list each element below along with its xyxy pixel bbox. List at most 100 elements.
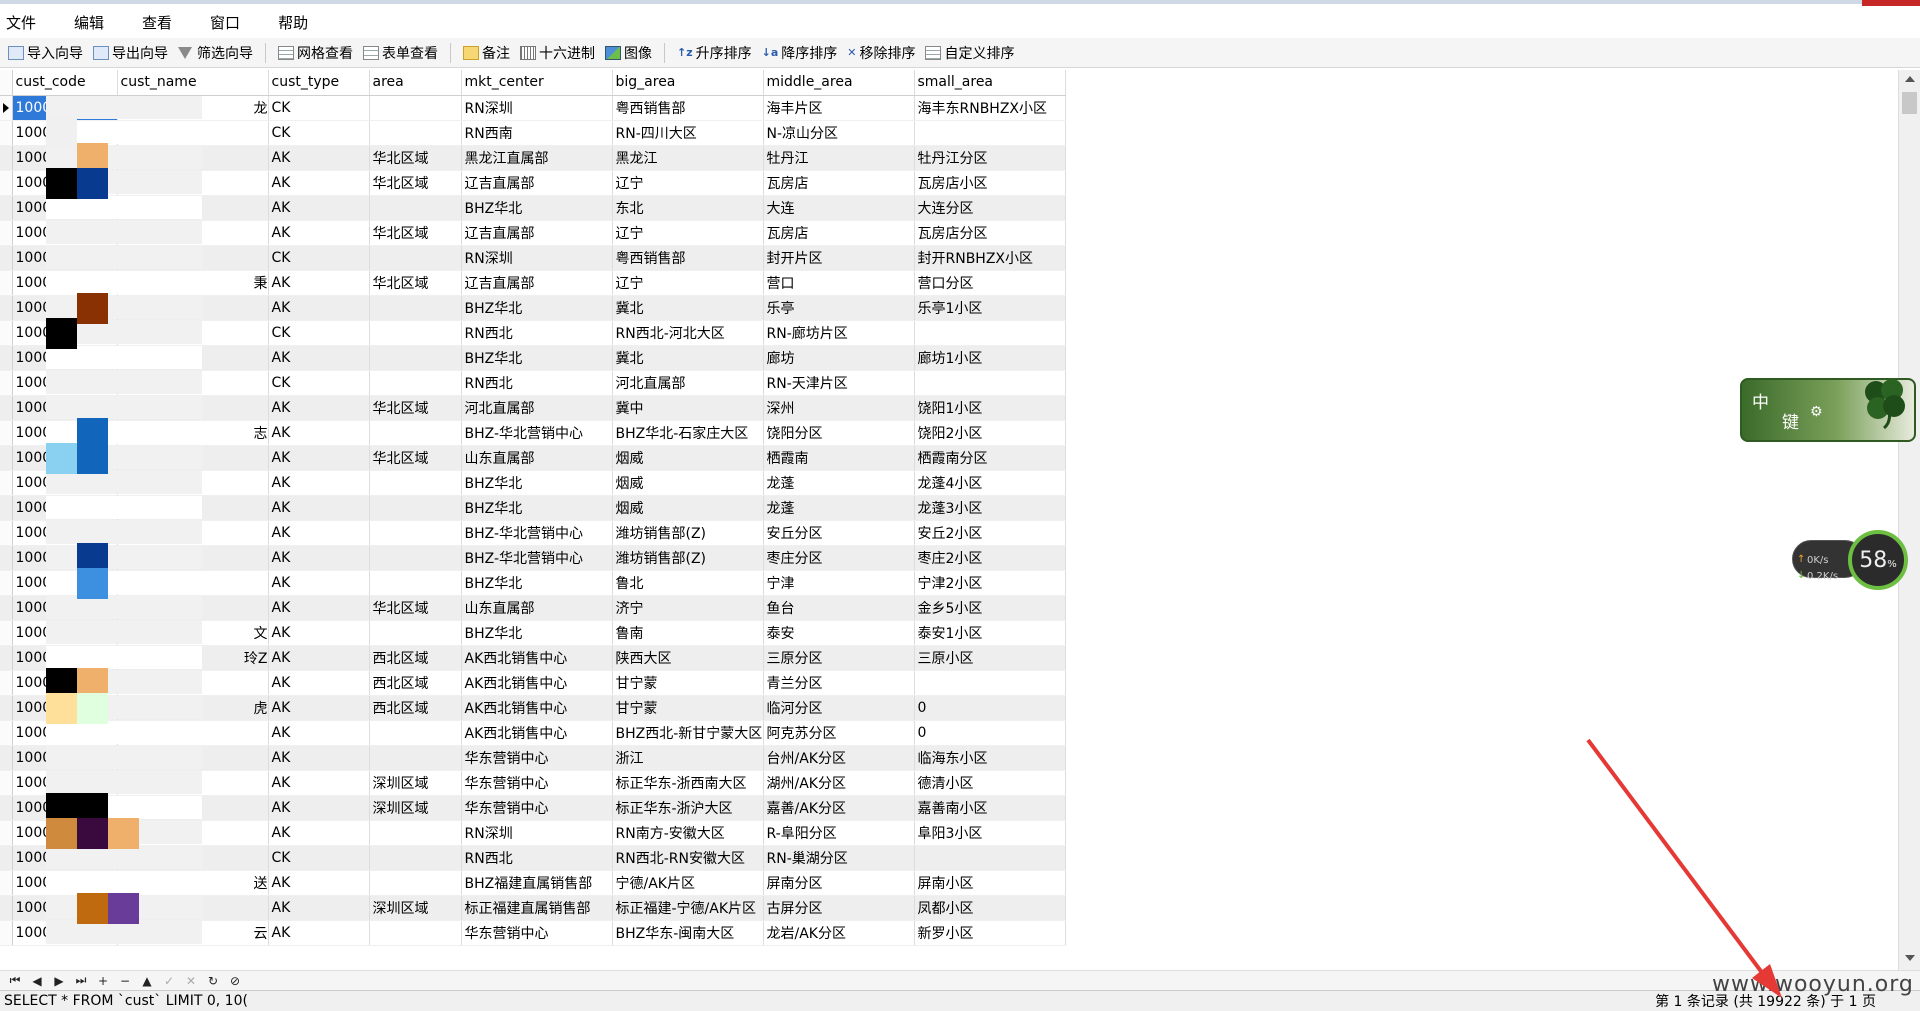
table-cell-big-area[interactable]: 甘宁蒙: [612, 670, 764, 696]
table-cell-big-area[interactable]: 烟威: [612, 495, 764, 521]
table-cell-big-area[interactable]: 宁德/AK片区: [612, 870, 764, 896]
table-cell-small-area[interactable]: 安丘2小区: [914, 520, 1066, 546]
sort-ascending-button[interactable]: ↑z 升序排序: [673, 41, 756, 65]
table-cell-area[interactable]: [369, 920, 462, 946]
refresh-icon[interactable]: ↻: [202, 974, 224, 988]
row-indicator[interactable]: [0, 245, 13, 271]
table-cell-cust-type[interactable]: AK: [268, 720, 370, 746]
table-cell-middle-area[interactable]: 古屏分区: [763, 895, 915, 921]
sort-descending-button[interactable]: ↓a 降序排序: [758, 41, 842, 65]
table-cell-cust-type[interactable]: AK: [268, 345, 370, 371]
table-cell-mkt-center[interactable]: RN西北: [461, 845, 613, 871]
table-cell-area[interactable]: [369, 570, 462, 596]
row-indicator[interactable]: [0, 695, 13, 721]
table-cell-mkt-center[interactable]: 山东直属部: [461, 595, 613, 621]
row-indicator[interactable]: [0, 420, 13, 446]
column-header[interactable]: cust_code: [12, 70, 118, 96]
table-cell-mkt-center[interactable]: BHZ华北: [461, 620, 613, 646]
row-indicator[interactable]: [0, 520, 13, 546]
row-indicator[interactable]: [0, 295, 13, 321]
table-cell-area[interactable]: [369, 470, 462, 496]
table-cell-area[interactable]: 西北区域: [369, 695, 462, 721]
row-indicator[interactable]: [0, 495, 13, 521]
table-cell-small-area[interactable]: 0: [914, 695, 1066, 721]
table-cell-middle-area[interactable]: 枣庄分区: [763, 545, 915, 571]
table-cell-small-area[interactable]: 三原小区: [914, 645, 1066, 671]
table-cell-area[interactable]: [369, 95, 462, 121]
table-cell-middle-area[interactable]: RN-天津片区: [763, 370, 915, 396]
table-cell-middle-area[interactable]: RN-巢湖分区: [763, 845, 915, 871]
table-cell-mkt-center[interactable]: 华东营销中心: [461, 795, 613, 821]
table-cell-middle-area[interactable]: 营口: [763, 270, 915, 296]
network-monitor-widget[interactable]: ↑ 0K/s ↓ 0.2K/s 58%: [1792, 530, 1910, 592]
row-indicator[interactable]: [0, 620, 13, 646]
table-cell-mkt-center[interactable]: RN深圳: [461, 95, 613, 121]
table-cell-mkt-center[interactable]: 河北直属部: [461, 395, 613, 421]
table-cell-big-area[interactable]: 潍坊销售部(Z): [612, 520, 764, 546]
table-cell-middle-area[interactable]: 乐亭: [763, 295, 915, 321]
table-cell-cust-type[interactable]: CK: [268, 95, 370, 121]
row-indicator[interactable]: [0, 470, 13, 496]
table-cell-small-area[interactable]: 龙蓬4小区: [914, 470, 1066, 496]
filter-wizard-button[interactable]: 筛选向导: [174, 41, 257, 65]
table-cell-small-area[interactable]: 海丰东RNBHZX小区: [914, 95, 1066, 121]
table-cell-mkt-center[interactable]: BHZ华北: [461, 470, 613, 496]
table-cell-area[interactable]: [369, 370, 462, 396]
table-cell-middle-area[interactable]: 封开片区: [763, 245, 915, 271]
column-header[interactable]: big_area: [612, 70, 764, 96]
table-cell-mkt-center[interactable]: BHZ华北: [461, 495, 613, 521]
scroll-thumb[interactable]: [1902, 92, 1917, 114]
table-cell-mkt-center[interactable]: RN西北: [461, 320, 613, 346]
table-cell-area[interactable]: 深圳区域: [369, 795, 462, 821]
table-cell-mkt-center[interactable]: 山东直属部: [461, 445, 613, 471]
table-cell-small-area[interactable]: 廊坊1小区: [914, 345, 1066, 371]
table-cell-small-area[interactable]: 新罗小区: [914, 920, 1066, 946]
table-cell-cust-type[interactable]: AK: [268, 495, 370, 521]
table-cell-big-area[interactable]: 粤西销售部: [612, 245, 764, 271]
table-cell-middle-area[interactable]: N-凉山分区: [763, 120, 915, 146]
table-cell-middle-area[interactable]: 临河分区: [763, 695, 915, 721]
table-cell-cust-type[interactable]: AK: [268, 595, 370, 621]
table-cell-cust-type[interactable]: CK: [268, 120, 370, 146]
table-cell-middle-area[interactable]: 廊坊: [763, 345, 915, 371]
table-cell-big-area[interactable]: 河北直属部: [612, 370, 764, 396]
table-cell-middle-area[interactable]: 嘉善/AK分区: [763, 795, 915, 821]
table-cell-big-area[interactable]: 浙江: [612, 745, 764, 771]
table-cell-area[interactable]: [369, 845, 462, 871]
table-cell-mkt-center[interactable]: 华东营销中心: [461, 770, 613, 796]
row-indicator[interactable]: [0, 445, 13, 471]
table-cell-small-area[interactable]: 牡丹江分区: [914, 145, 1066, 171]
table-cell-big-area[interactable]: 济宁: [612, 595, 764, 621]
table-cell-small-area[interactable]: 封开RNBHZX小区: [914, 245, 1066, 271]
menu-edit[interactable]: 编辑: [68, 12, 118, 33]
table-cell-area[interactable]: 华北区域: [369, 395, 462, 421]
table-cell-big-area[interactable]: 标正华东-浙沪大区: [612, 795, 764, 821]
table-cell-area[interactable]: [369, 495, 462, 521]
table-cell-mkt-center[interactable]: BHZ-华北营销中心: [461, 520, 613, 546]
table-cell-big-area[interactable]: 冀北: [612, 295, 764, 321]
table-cell-area[interactable]: [369, 345, 462, 371]
apply-changes-icon[interactable]: ✓: [158, 974, 180, 988]
table-cell-big-area[interactable]: BHZ华东-闽南大区: [612, 920, 764, 946]
table-cell-big-area[interactable]: RN西北-RN安徽大区: [612, 845, 764, 871]
row-indicator[interactable]: [0, 170, 13, 196]
table-cell-small-area[interactable]: 德清小区: [914, 770, 1066, 796]
table-cell-area[interactable]: 华北区域: [369, 170, 462, 196]
table-cell-mkt-center[interactable]: 黑龙江直属部: [461, 145, 613, 171]
table-cell-area[interactable]: [369, 120, 462, 146]
table-cell-mkt-center[interactable]: 标正福建直属销售部: [461, 895, 613, 921]
table-cell-area[interactable]: [369, 870, 462, 896]
table-cell-mkt-center[interactable]: 华东营销中心: [461, 920, 613, 946]
table-cell-mkt-center[interactable]: 辽吉直属部: [461, 220, 613, 246]
table-cell-area[interactable]: [369, 820, 462, 846]
table-cell-small-area[interactable]: 饶阳1小区: [914, 395, 1066, 421]
table-cell-mkt-center[interactable]: 辽吉直属部: [461, 170, 613, 196]
row-indicator[interactable]: [0, 795, 13, 821]
table-cell-small-area[interactable]: 金乡5小区: [914, 595, 1066, 621]
table-cell-cust-type[interactable]: AK: [268, 170, 370, 196]
table-cell-mkt-center[interactable]: BHZ华北: [461, 345, 613, 371]
table-cell-big-area[interactable]: 甘宁蒙: [612, 695, 764, 721]
table-cell-middle-area[interactable]: 瓦房店: [763, 220, 915, 246]
table-cell-middle-area[interactable]: 栖霞南: [763, 445, 915, 471]
table-cell-big-area[interactable]: 辽宁: [612, 170, 764, 196]
